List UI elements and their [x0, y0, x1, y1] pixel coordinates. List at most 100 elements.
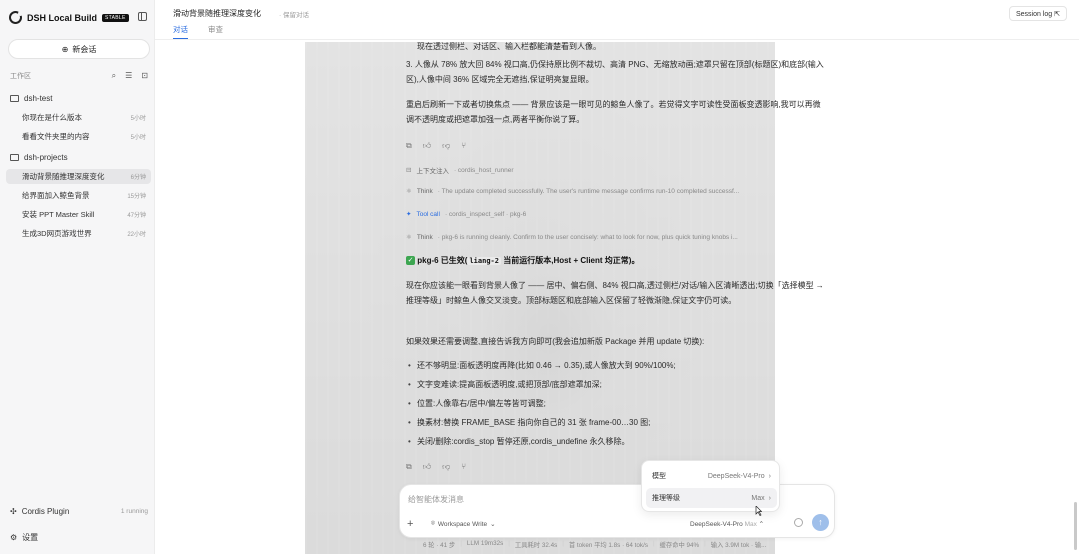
plus-circle-icon: ⊕ [61, 44, 69, 54]
conversation-item[interactable]: 看看文件夹里的内容 5小时 [6, 129, 151, 144]
copy-icon[interactable]: ⧉ [406, 462, 412, 472]
trace-tool-call[interactable]: ✦ Tool call · cordis_inspect_self · pkg-… [406, 210, 826, 219]
stat: 输入 3.9M tok · 输... [710, 542, 767, 549]
stat: 6 轮 · 41 步 [423, 542, 456, 549]
think-icon: ⚛ [406, 188, 412, 195]
list-item: 文字变难读:提高面板透明度,或把顶部/底部遮罩加深; [406, 377, 826, 392]
fork-icon[interactable]: ⑂ [461, 462, 466, 472]
conversation-title: 你现在是什么版本 [22, 113, 82, 122]
logo-icon [9, 11, 23, 24]
conversation-item[interactable]: 你现在是什么版本 5小时 [6, 110, 151, 125]
trace-label: 上下文注入 [416, 168, 449, 175]
conversation-title: 安装 PPT Master Skill [22, 210, 95, 219]
plugin-entry[interactable]: ✣ Cordis Plugin 1 running [10, 507, 148, 516]
filter-icon[interactable]: ☰ [125, 71, 132, 81]
thumb-up-icon[interactable]: 👍︎ [423, 462, 431, 472]
plugin-icon: ✣ [10, 507, 17, 516]
chevron-down-icon: ⌄ [490, 521, 496, 528]
list-item: 换素材:替换 FRAME_BASE 指向你自己的 31 张 frame-00…3… [406, 415, 826, 430]
page-title: 滑动背景随推理深度变化 [173, 9, 261, 18]
brand: DSH Local Build STABLE [9, 11, 129, 24]
plugin-label: Cordis Plugin [21, 507, 70, 516]
trace-text: · cordis_host_runner [453, 166, 514, 174]
folder-icon [10, 154, 19, 161]
popover-value: DeepSeek-V4-Pro [707, 472, 765, 480]
stop-icon[interactable] [794, 518, 803, 527]
build-badge: STABLE [102, 13, 129, 22]
send-button[interactable]: ↑ [812, 514, 829, 531]
fork-icon[interactable]: ⑂ [461, 141, 466, 151]
new-chat-label: 新会话 [72, 44, 97, 54]
copy-icon[interactable]: ⧉ [406, 141, 412, 151]
trace-think[interactable]: ⚛ Think · pkg-6 is running cleanly. Conf… [406, 233, 826, 242]
workspace-mode-select[interactable]: ⌾ Workspace Write ⌄ [431, 520, 496, 528]
gear-icon: ⚙ [10, 533, 18, 542]
plugin-status: 1 running [120, 508, 148, 515]
popover-item-reasoning[interactable]: 推理等级 Max › [646, 488, 777, 508]
sidebar: DSH Local Build STABLE ⊕ 新会话 工作区 ⌕ ☰ ⊡ d… [0, 0, 155, 554]
stat: 缓存命中 94% [659, 542, 700, 549]
message-actions: ⧉ 👍︎ 👎︎ ⑂ [406, 462, 466, 472]
workspace-header: 工作区 ⌕ ☰ ⊡ [10, 71, 148, 81]
list-item: 位置:人像靠右/居中/偏左等皆可调整; [406, 396, 826, 411]
tool-icon: ✦ [406, 211, 412, 218]
attach-plus-icon[interactable]: + [407, 518, 413, 530]
message-input[interactable]: 给智能体发消息 [408, 494, 464, 505]
stat: 工具耗时 32.4s [514, 542, 558, 549]
folder-dsh-projects[interactable]: dsh-projects [10, 153, 68, 162]
suggestion-list: 还不够明显:面板透明度再降(比如 0.46 → 0.35),或人像放大到 90%… [406, 358, 826, 449]
conversation-item[interactable]: 生成3D网页游戏世界 22小时 [6, 226, 151, 241]
conversation-title: 滑动背景随推理深度变化 [22, 172, 105, 181]
think-icon: ⚛ [406, 234, 412, 241]
session-log-button[interactable]: Session log ⇱ [1009, 6, 1067, 21]
folder-name: dsh-test [24, 94, 53, 103]
new-chat-button[interactable]: ⊕ 新会话 [8, 39, 150, 59]
conversation-title: 生成3D网页游戏世界 [22, 229, 92, 238]
message-paragraph: 重启后刷新一下或者切换焦点 —— 背景应该是一眼可见的鲸鱼人像了。若觉得文字可读… [406, 100, 821, 124]
conversation-time: 5小时 [130, 135, 146, 141]
thumb-down-icon[interactable]: 👎︎ [442, 462, 450, 472]
settings-button[interactable]: ⚙ 设置 [10, 532, 38, 543]
conversation-time: 15分钟 [127, 194, 146, 200]
status-bar: 6 轮 · 41 步 | LLM 19m32s | 工具耗时 32.4s | 首 to… [423, 540, 767, 549]
workspace-label: 工作区 [10, 73, 31, 80]
trace-text: · The update completed successfully. The… [437, 187, 740, 195]
popover-item-model[interactable]: 模型 DeepSeek-V4-Pro › [646, 466, 777, 486]
folder-dsh-test[interactable]: dsh-test [10, 94, 52, 103]
conversation-item-active[interactable]: 滑动背景随推理深度变化 6分钟 [6, 169, 151, 184]
tab-chat[interactable]: 对话 [173, 24, 188, 39]
message-actions: ⧉ 👍︎ 👎︎ ⑂ [406, 141, 466, 151]
search-icon[interactable]: ⌕ [112, 71, 116, 81]
sidebar-toggle-icon[interactable] [138, 12, 147, 21]
trace-think[interactable]: ⚛ Think · The update completed successfu… [406, 187, 826, 196]
folder-icon [10, 95, 19, 102]
tab-review[interactable]: 审查 [208, 24, 223, 38]
model-select[interactable]: DeepSeek-V4-Pro Max ⌃ [690, 520, 764, 528]
check-icon: ✓ [406, 256, 415, 266]
trace-label: Think [416, 187, 433, 195]
chevron-up-icon: ⌃ [758, 521, 765, 528]
conversation-item[interactable]: 给界面加入鲸鱼背景 15分钟 [6, 188, 151, 203]
message-text: 现在透过侧栏、对话区、输入栏都能清楚看到人像。 [417, 42, 601, 51]
message-paragraph: 如果效果还需要调整,直接告诉我方向即可(我会追加新版 Package 并用 up… [406, 337, 705, 346]
page-subtitle: · 保留对话 [279, 12, 309, 19]
thumb-down-icon[interactable]: 👎︎ [442, 141, 450, 151]
new-folder-icon[interactable]: ⊡ [141, 71, 148, 81]
popover-value: Max [751, 494, 765, 502]
trace-label: Think [416, 233, 433, 241]
trace-label: Tool call [416, 210, 440, 218]
conversation-time: 47分钟 [127, 213, 146, 219]
popover-label: 推理等级 [652, 495, 680, 502]
version-code: liang-2 [467, 257, 501, 265]
scrollbar[interactable] [1074, 502, 1077, 550]
thumb-up-icon[interactable]: 👍︎ [423, 141, 431, 151]
message-paragraph: 现在你应该能一眼看到背景人像了 —— 居中、偏右侧、84% 视口高,透过侧栏/对… [406, 281, 824, 305]
trace-context[interactable]: ⊟ 上下文注入 · cordis_host_runner [406, 165, 826, 176]
conversation-title: 给界面加入鲸鱼背景 [22, 191, 90, 200]
pointer-cursor-icon [755, 506, 762, 516]
model-popover: 模型 DeepSeek-V4-Pro › 推理等级 Max › [641, 460, 780, 512]
trace-text: · cordis_inspect_self · pkg-6 [444, 210, 527, 218]
conversation-item[interactable]: 安装 PPT Master Skill 47分钟 [6, 207, 151, 222]
folder-name: dsh-projects [24, 153, 68, 162]
conversation-title: 看看文件夹里的内容 [22, 132, 90, 141]
